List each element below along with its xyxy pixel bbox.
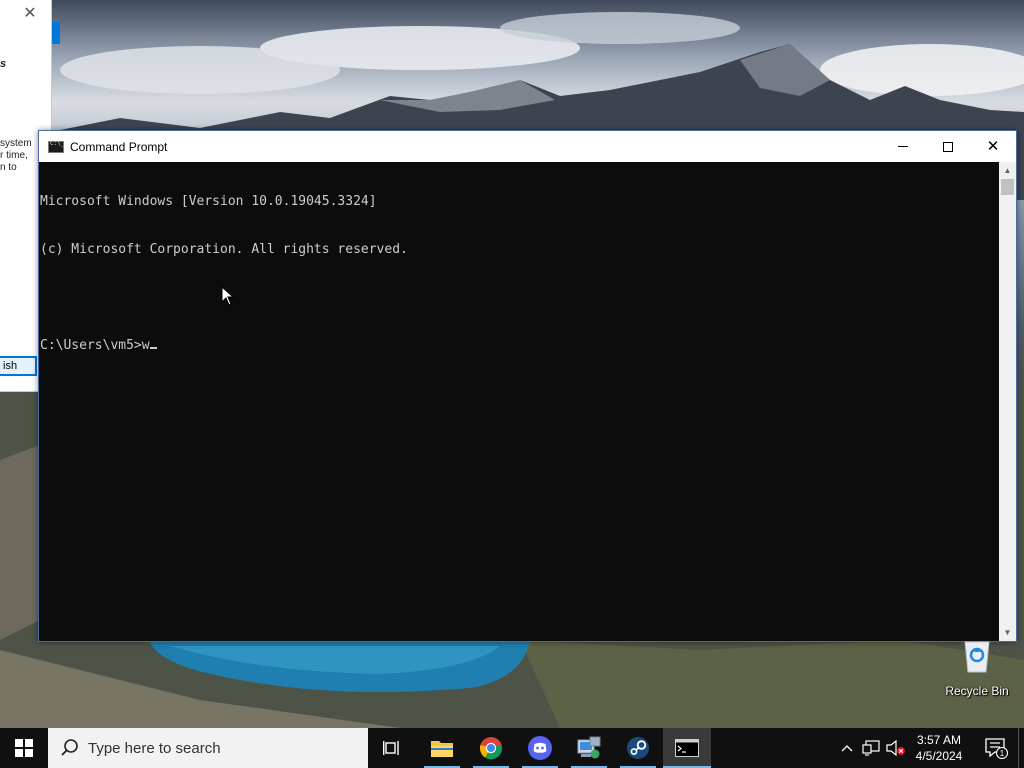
minimize-button[interactable]: [880, 131, 926, 162]
control-panel-button[interactable]: [565, 728, 613, 768]
scroll-down-icon[interactable]: ▼: [999, 624, 1016, 641]
prompt-text: C:\Users\vm5>w: [40, 338, 150, 353]
close-icon: ✕: [986, 138, 1000, 155]
search-icon: [60, 738, 80, 758]
volume-button[interactable]: [884, 728, 908, 768]
network-icon: [862, 740, 880, 756]
system-clock[interactable]: 3:57 AM 4/5/2024: [908, 728, 970, 768]
chevron-up-icon: [841, 745, 853, 752]
network-button[interactable]: [860, 728, 882, 768]
start-button[interactable]: [0, 728, 48, 768]
close-button[interactable]: ✕: [970, 131, 1016, 162]
prompt-line[interactable]: C:\Users\vm5>w: [40, 338, 999, 354]
task-view-button[interactable]: [368, 728, 416, 768]
discord-icon: [528, 736, 552, 760]
taskbar: Type here to search 3:57 AM 4/5/2024 1: [0, 728, 1024, 768]
windows-logo-icon: [15, 739, 33, 757]
show-desktop-button[interactable]: [1018, 728, 1024, 768]
notification-count: 1: [1000, 749, 1005, 758]
maximize-icon: [943, 141, 953, 152]
dialog-text-fragment: system r time, n to: [0, 138, 32, 173]
recycle-bin-label: Recycle Bin: [945, 684, 1009, 698]
steam-button[interactable]: [614, 728, 662, 768]
search-placeholder: Type here to search: [88, 739, 221, 757]
discord-button[interactable]: [516, 728, 564, 768]
text-cursor: [149, 347, 157, 349]
chrome-icon: [479, 737, 503, 760]
notification-icon: 1: [985, 738, 1008, 759]
taskbar-search[interactable]: Type here to search: [48, 728, 368, 768]
recycle-bin-icon: [957, 640, 997, 674]
scroll-thumb[interactable]: [1001, 179, 1014, 195]
chrome-button[interactable]: [467, 728, 515, 768]
dialog-accent-edge: [52, 22, 60, 44]
folder-icon: [431, 741, 453, 757]
steam-icon: [627, 737, 649, 759]
console-line: Microsoft Windows [Version 10.0.19045.33…: [40, 194, 377, 209]
control-panel-icon: [577, 736, 601, 759]
command-prompt-window[interactable]: Command Prompt ✕ Microsoft Windows [Vers…: [38, 130, 1017, 642]
minimize-icon: [898, 146, 908, 147]
file-explorer-button[interactable]: [418, 728, 466, 768]
show-hidden-icons-button[interactable]: [838, 728, 856, 768]
window-title: Command Prompt: [70, 139, 168, 154]
clock-time: 3:57 AM: [916, 733, 962, 747]
clock-date: 4/5/2024: [915, 749, 963, 763]
console-output[interactable]: Microsoft Windows [Version 10.0.19045.33…: [39, 162, 999, 641]
console-line: (c) Microsoft Corporation. All rights re…: [40, 242, 408, 257]
maximize-button[interactable]: [925, 131, 971, 162]
cmd-icon: [48, 140, 64, 153]
task-view-icon: [383, 741, 399, 755]
cmd-icon: [675, 739, 699, 757]
volume-muted-icon: [886, 740, 905, 756]
title-bar[interactable]: Command Prompt ✕: [39, 131, 1016, 162]
vertical-scrollbar[interactable]: ▲ ▼: [999, 162, 1016, 641]
command-prompt-taskbar-button[interactable]: [663, 728, 711, 768]
action-center-button[interactable]: 1: [978, 728, 1014, 768]
recycle-bin-shortcut[interactable]: Recycle Bin: [936, 640, 1018, 710]
mouse-pointer-icon: [221, 286, 235, 306]
dialog-heading-fragment: s: [0, 58, 7, 70]
close-icon[interactable]: ✕: [22, 6, 38, 22]
scroll-up-icon[interactable]: ▲: [999, 162, 1016, 179]
finish-button[interactable]: ish: [0, 356, 37, 376]
